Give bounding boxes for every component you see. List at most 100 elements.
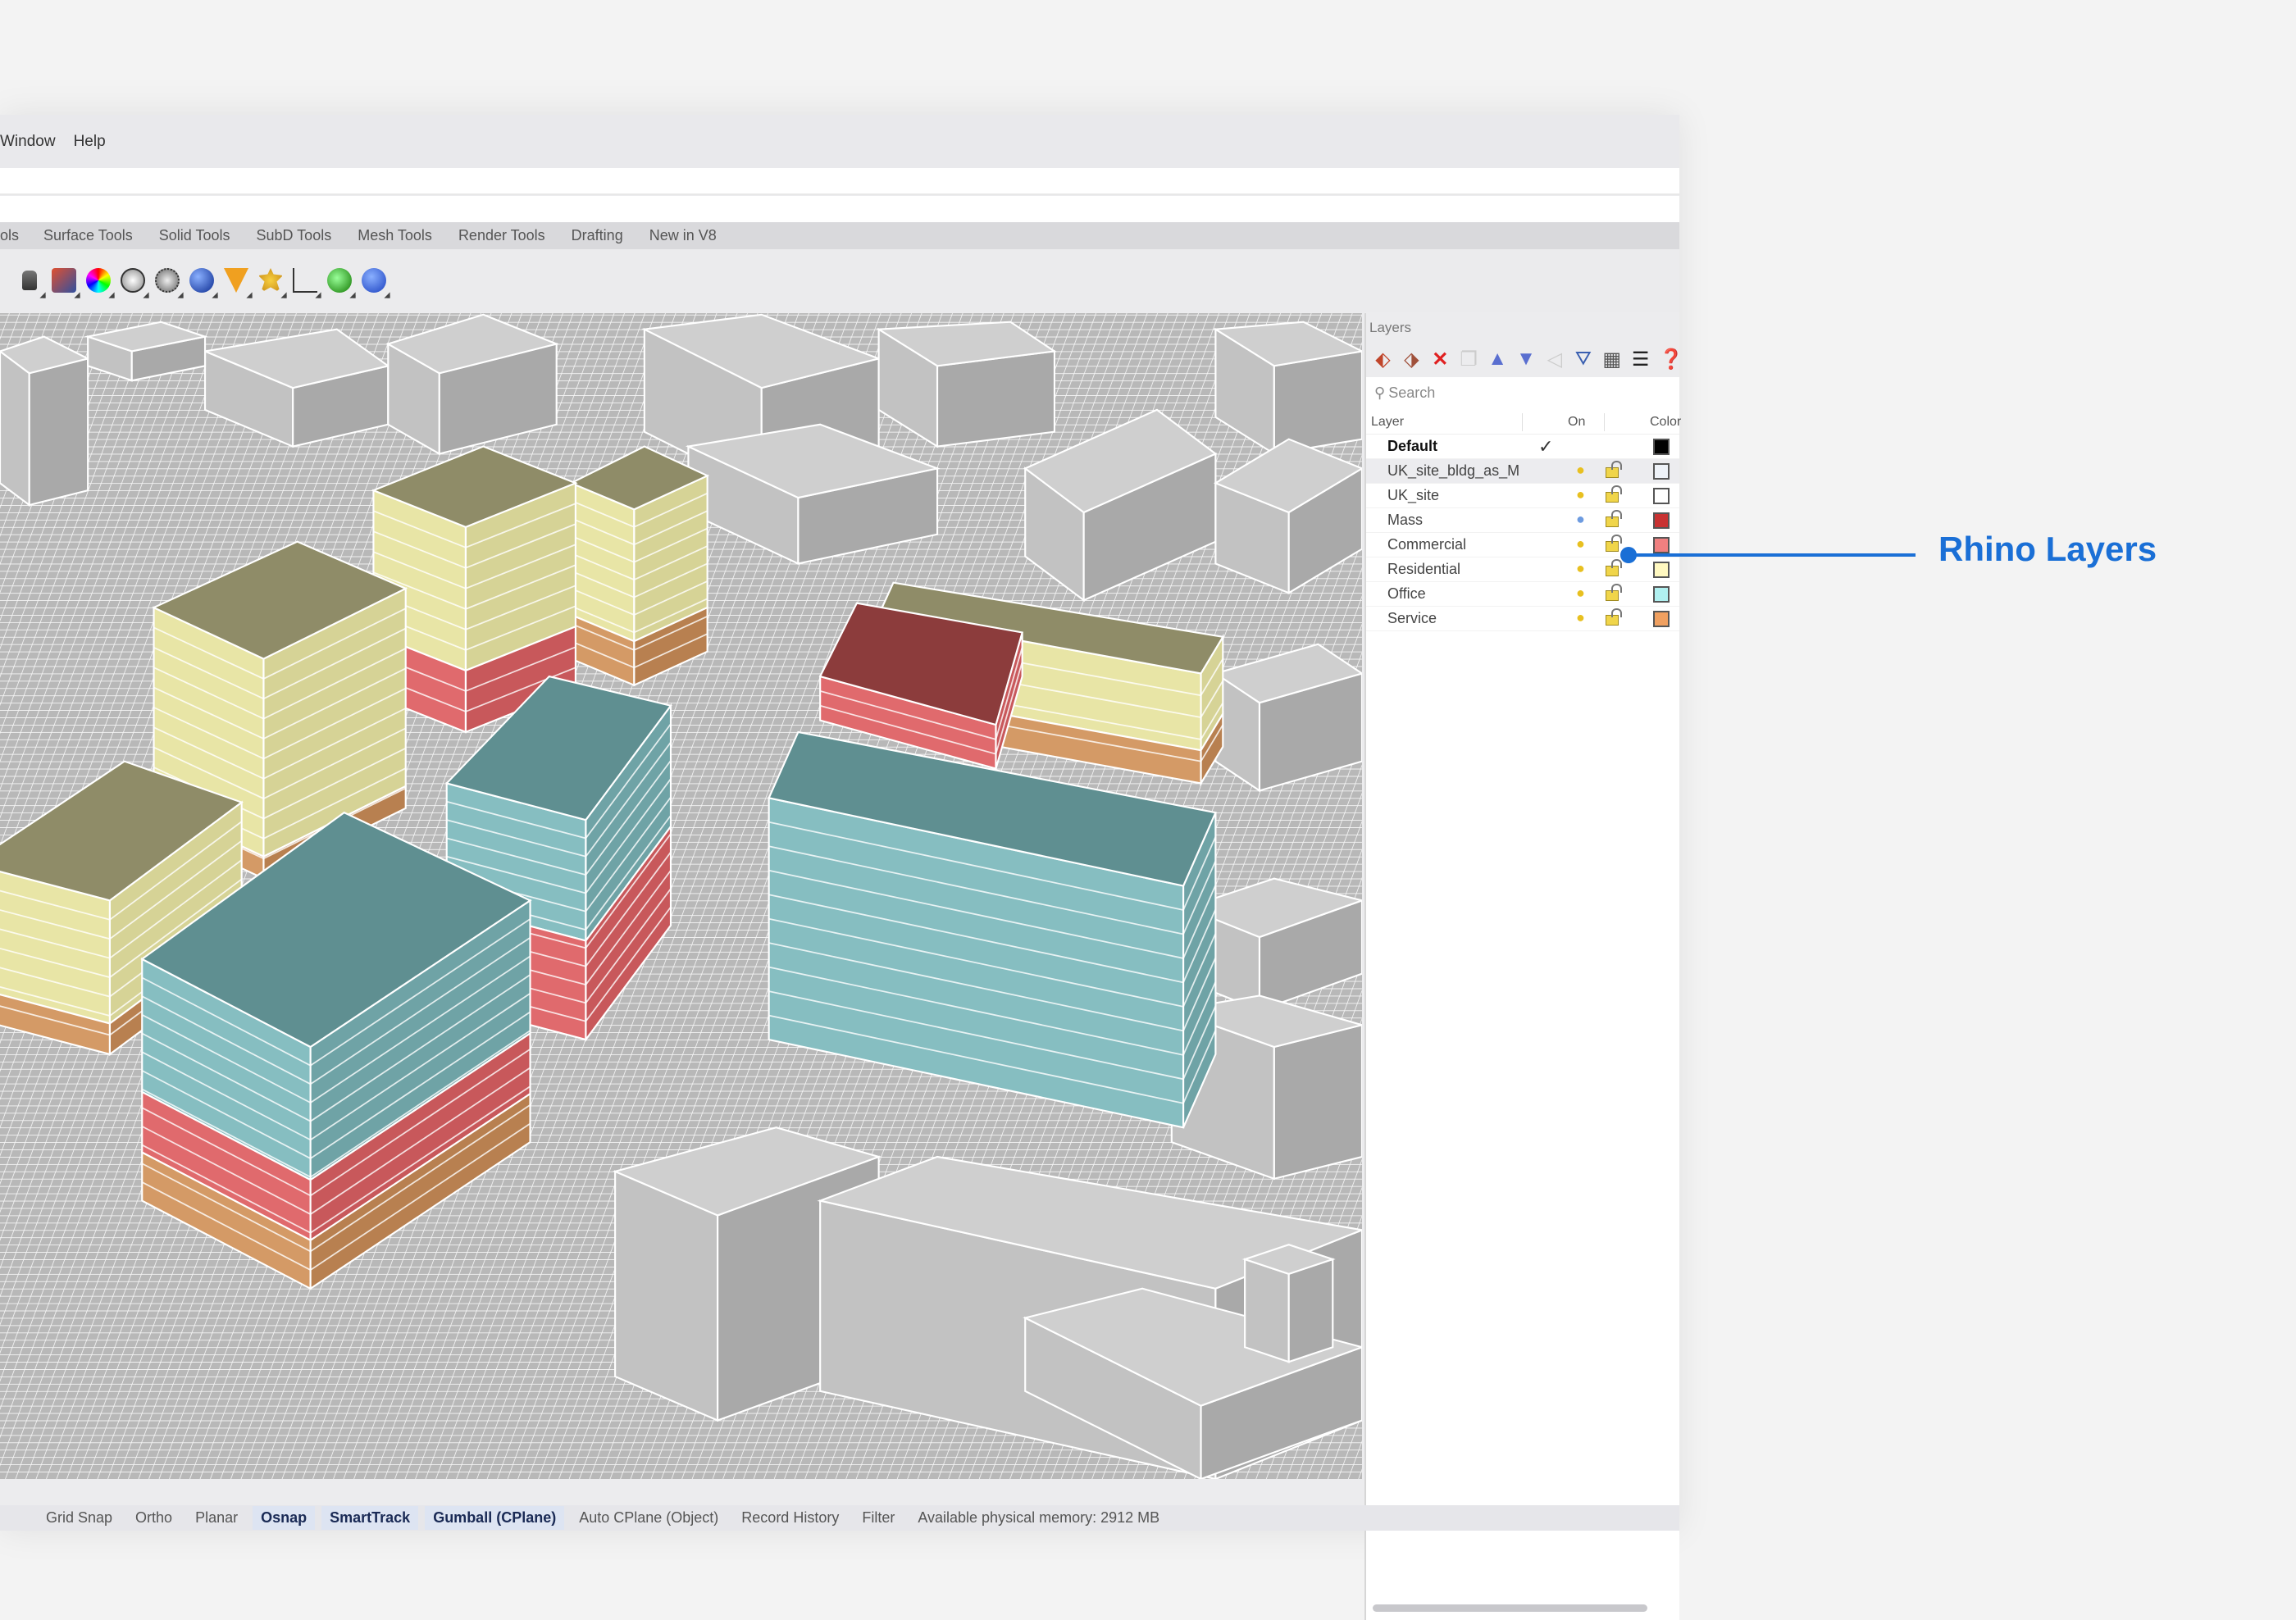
light-bulb-icon[interactable]: ● bbox=[1576, 511, 1585, 528]
unlocked-icon[interactable] bbox=[1606, 461, 1622, 478]
status-planar[interactable]: Planar bbox=[187, 1506, 246, 1530]
perspective-viewport[interactable] bbox=[0, 313, 1362, 1479]
layer-name[interactable]: Service bbox=[1387, 610, 1519, 627]
help-icon[interactable]: ❓ bbox=[1659, 348, 1683, 371]
sphere-wire-icon[interactable] bbox=[118, 266, 148, 295]
light-bulb-icon[interactable]: ● bbox=[1576, 535, 1585, 553]
unlocked-icon[interactable] bbox=[1606, 608, 1622, 626]
layers-toolbar: ⬖ ⬗ ✕ ❐ ▲ ▼ ◁ ⛛ ▦ ☰ ❓ bbox=[1366, 341, 1683, 377]
tab-7[interactable]: New in V8 bbox=[649, 227, 717, 244]
layer-name[interactable]: Office bbox=[1387, 585, 1519, 603]
status-gumball-cplane-[interactable]: Gumball (CPlane) bbox=[425, 1506, 565, 1530]
status-smarttrack[interactable]: SmartTrack bbox=[321, 1506, 419, 1530]
layers-panel-title: Layers bbox=[1366, 313, 1679, 341]
sphere-render-icon[interactable] bbox=[187, 266, 216, 295]
status-grid-snap[interactable]: Grid Snap bbox=[38, 1506, 121, 1530]
menu-help[interactable]: Help bbox=[74, 133, 106, 151]
move-up-icon[interactable]: ▲ bbox=[1487, 348, 1508, 371]
tab-2[interactable]: Solid Tools bbox=[159, 227, 230, 244]
layer-color-swatch[interactable] bbox=[1653, 537, 1670, 553]
command-input[interactable] bbox=[0, 196, 1679, 222]
unlocked-icon[interactable] bbox=[1606, 485, 1622, 503]
color-wheel-icon[interactable] bbox=[84, 266, 113, 295]
callout-label: Rhino Layers bbox=[1938, 530, 2157, 568]
status-ortho[interactable]: Ortho bbox=[127, 1506, 180, 1530]
layer-color-swatch[interactable] bbox=[1653, 586, 1670, 603]
light-bulb-icon[interactable]: ● bbox=[1576, 462, 1585, 479]
layer-name[interactable]: Commercial bbox=[1387, 536, 1519, 553]
current-layer-check-icon: ✓ bbox=[1538, 435, 1554, 457]
menu-window[interactable]: Window bbox=[0, 133, 56, 151]
new-layer-icon[interactable]: ⬖ bbox=[1373, 348, 1393, 371]
callout-line bbox=[1630, 553, 1916, 557]
globe-icon[interactable] bbox=[325, 266, 354, 295]
lock-icon[interactable] bbox=[15, 266, 44, 295]
layer-search-input[interactable]: ⚲ Search bbox=[1369, 380, 1679, 405]
tab-3[interactable]: SubD Tools bbox=[256, 227, 331, 244]
status-auto-cplane-object-[interactable]: Auto CPlane (Object) bbox=[571, 1506, 727, 1530]
search-placeholder: Search bbox=[1388, 384, 1436, 401]
col-color[interactable]: Color bbox=[1650, 415, 1681, 430]
toolbar-tabs: ols Surface Tools Solid Tools SubD Tools Mes… bbox=[0, 222, 1679, 249]
layer-row[interactable]: UK_site_bldg_as_Mesh ● bbox=[1366, 459, 1679, 484]
context-building-10-right-face bbox=[1273, 1024, 1362, 1181]
rhino-window: Window Help ols Surface Tools Solid Tools S… bbox=[0, 115, 1683, 1620]
unlocked-icon[interactable] bbox=[1606, 510, 1622, 527]
layer-name[interactable]: Default bbox=[1387, 438, 1519, 455]
layers-panel: Layers ⬖ ⬗ ✕ ❐ ▲ ▼ ◁ ⛛ ▦ ☰ ❓ ⚲ Search La… bbox=[1364, 313, 1683, 1620]
unlocked-icon[interactable] bbox=[1606, 535, 1622, 552]
collapse-icon[interactable]: ◁ bbox=[1544, 348, 1565, 371]
filter-icon[interactable]: ⛛ bbox=[1573, 348, 1593, 371]
tab-4[interactable]: Mesh Tools bbox=[358, 227, 432, 244]
layer-row[interactable]: Service ● bbox=[1366, 607, 1679, 631]
3d-scene bbox=[0, 313, 1362, 1479]
layer-color-swatch[interactable] bbox=[1653, 463, 1670, 480]
light-icon[interactable] bbox=[221, 266, 251, 295]
gear-icon[interactable] bbox=[256, 266, 285, 295]
tab-6[interactable]: Drafting bbox=[572, 227, 623, 244]
dimension-icon[interactable] bbox=[290, 266, 320, 295]
layer-icon[interactable] bbox=[49, 266, 79, 295]
light-bulb-icon[interactable]: ● bbox=[1576, 486, 1585, 503]
menu-icon[interactable]: ☰ bbox=[1630, 348, 1651, 371]
layer-color-swatch[interactable] bbox=[1653, 512, 1670, 529]
status-filter[interactable]: Filter bbox=[854, 1506, 903, 1530]
status-available-physical-memory-2912-mb[interactable]: Available physical memory: 2912 MB bbox=[909, 1506, 1168, 1530]
sphere-grid-icon[interactable] bbox=[153, 266, 182, 295]
layer-color-swatch[interactable] bbox=[1653, 439, 1670, 455]
status-record-history[interactable]: Record History bbox=[733, 1506, 847, 1530]
layer-row[interactable]: Office ● bbox=[1366, 582, 1679, 607]
layer-name[interactable]: Residential bbox=[1387, 561, 1519, 578]
light-bulb-icon[interactable]: ● bbox=[1576, 585, 1585, 602]
layer-name[interactable]: UK_site_bldg_as_Mesh bbox=[1387, 462, 1519, 480]
layers-list: Default✓UK_site_bldg_as_Mesh●UK_site●Mas… bbox=[1366, 435, 1679, 631]
context-building-15-right-face bbox=[28, 357, 89, 507]
tab-1[interactable]: Surface Tools bbox=[43, 227, 133, 244]
delete-icon[interactable]: ✕ bbox=[1430, 348, 1451, 371]
unlocked-icon[interactable] bbox=[1606, 559, 1622, 576]
col-on[interactable]: On bbox=[1568, 415, 1585, 430]
copy-icon[interactable]: ❐ bbox=[1459, 348, 1479, 371]
layer-name[interactable]: Mass bbox=[1387, 512, 1519, 529]
unlocked-icon[interactable] bbox=[1606, 584, 1622, 601]
help-icon[interactable] bbox=[359, 266, 389, 295]
menu-bar: Window Help bbox=[0, 115, 1679, 168]
status-osnap[interactable]: Osnap bbox=[253, 1506, 316, 1530]
tab-0[interactable]: ols bbox=[0, 227, 19, 244]
layer-name[interactable]: UK_site bbox=[1387, 487, 1519, 504]
light-bulb-icon[interactable]: ● bbox=[1576, 609, 1585, 626]
context-building-14-right-face bbox=[1287, 1258, 1334, 1363]
table-icon[interactable]: ▦ bbox=[1601, 348, 1622, 371]
layer-color-swatch[interactable] bbox=[1653, 562, 1670, 578]
tab-5[interactable]: Render Tools bbox=[458, 227, 545, 244]
horizontal-scrollbar[interactable] bbox=[1373, 1604, 1647, 1612]
layer-row[interactable]: Default ✓ bbox=[1366, 435, 1679, 459]
layer-row[interactable]: UK_site ● bbox=[1366, 484, 1679, 508]
layer-color-swatch[interactable] bbox=[1653, 611, 1670, 627]
move-down-icon[interactable]: ▼ bbox=[1516, 348, 1537, 371]
col-layer[interactable]: Layer bbox=[1371, 415, 1404, 430]
new-sublayer-icon[interactable]: ⬗ bbox=[1401, 348, 1422, 371]
light-bulb-icon[interactable]: ● bbox=[1576, 560, 1585, 577]
layer-row[interactable]: Mass ● bbox=[1366, 508, 1679, 533]
layer-color-swatch[interactable] bbox=[1653, 488, 1670, 504]
